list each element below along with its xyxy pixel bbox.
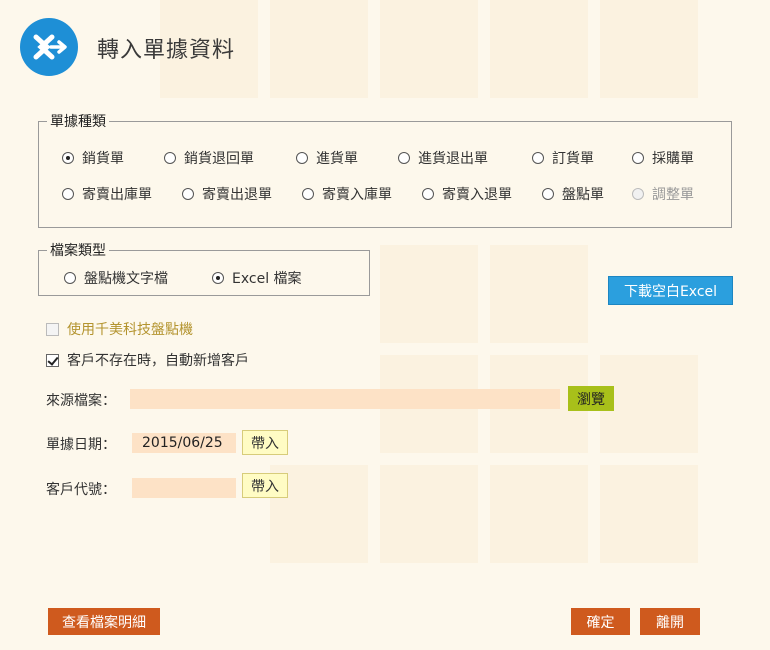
radio-label: 盤點單 [562,187,604,203]
radio-label: 調整單 [652,187,694,203]
view-file-detail-button[interactable]: 查看檔案明細 [48,608,160,635]
doc-type-option[interactable]: 訂貨單 [532,148,594,168]
leave-button[interactable]: 離開 [640,608,700,635]
doc-type-option[interactable]: 進貨退出單 [398,148,488,168]
bg-tile [490,465,588,563]
radio-label: 進貨單 [316,151,358,167]
radio-button[interactable] [422,188,434,200]
radio-button[interactable] [302,188,314,200]
radio-button[interactable] [632,152,644,164]
source-file-label: 來源檔案： [46,393,116,409]
auto-customer-option[interactable]: 客戶不存在時，自動新增客戶 [46,350,249,370]
doc-type-option: 調整單 [632,184,694,204]
radio-label: 盤點機文字檔 [84,271,168,287]
dialog-header: 轉入單據資料 [0,0,770,90]
radio-button [632,188,644,200]
bg-tile [600,355,698,453]
customer-code-input[interactable] [132,478,236,498]
doc-type-option[interactable]: 銷貨單 [62,148,124,168]
radio-label: 銷貨退回單 [184,151,254,167]
doc-date-input[interactable]: 2015/06/25 [132,433,236,453]
file-type-option[interactable]: Excel 檔案 [212,268,302,288]
transfer-logo-icon [20,18,78,76]
doc-type-option[interactable]: 進貨單 [296,148,358,168]
doc-type-option[interactable]: 寄賣出庫單 [62,184,152,204]
doc-type-option[interactable]: 寄賣入退單 [422,184,512,204]
file-type-option[interactable]: 盤點機文字檔 [64,268,168,288]
source-file-input[interactable] [130,389,560,409]
auto-customer-checkbox[interactable] [46,353,59,367]
file-type-legend: 檔案類型 [50,243,106,259]
scanner-label: 使用千美科技盤點機 [67,322,193,338]
insert-customer-button[interactable]: 帶入 [242,473,288,498]
doc-type-group: 單據種類 [38,111,732,228]
radio-button[interactable] [182,188,194,200]
page-title: 轉入單據資料 [97,38,236,63]
auto-customer-label: 客戶不存在時，自動新增客戶 [67,353,249,369]
doc-type-option[interactable]: 採購單 [632,148,694,168]
download-blank-excel-button[interactable]: 下載空白Excel [608,276,733,305]
radio-label: Excel 檔案 [232,271,302,287]
radio-button[interactable] [64,272,76,284]
radio-button[interactable] [532,152,544,164]
radio-label: 寄賣入庫單 [322,187,392,203]
customer-code-label: 客戶代號： [46,482,116,498]
browse-button[interactable]: 瀏覽 [568,386,614,411]
doc-type-option[interactable]: 盤點單 [542,184,604,204]
doc-type-legend: 單據種類 [50,114,106,130]
radio-label: 銷貨單 [82,151,124,167]
scanner-checkbox [46,322,59,336]
doc-date-label: 單據日期： [46,437,116,453]
radio-label: 寄賣入退單 [442,187,512,203]
bg-tile [380,465,478,563]
insert-date-button[interactable]: 帶入 [242,430,288,455]
bg-tile [600,465,698,563]
bg-tile [380,245,478,343]
radio-label: 採購單 [652,151,694,167]
radio-label: 訂貨單 [552,151,594,167]
doc-type-option[interactable]: 寄賣入庫單 [302,184,392,204]
confirm-button[interactable]: 確定 [571,608,630,635]
scanner-option: 使用千美科技盤點機 [46,319,193,339]
radio-button[interactable] [542,188,554,200]
radio-label: 進貨退出單 [418,151,488,167]
radio-button[interactable] [398,152,410,164]
doc-type-option[interactable]: 寄賣出退單 [182,184,272,204]
radio-button[interactable] [164,152,176,164]
radio-label: 寄賣出退單 [202,187,272,203]
radio-button[interactable] [212,272,224,284]
radio-label: 寄賣出庫單 [82,187,152,203]
radio-button[interactable] [62,188,74,200]
radio-button[interactable] [296,152,308,164]
doc-type-option[interactable]: 銷貨退回單 [164,148,254,168]
radio-button[interactable] [62,152,74,164]
bg-tile [490,245,588,343]
